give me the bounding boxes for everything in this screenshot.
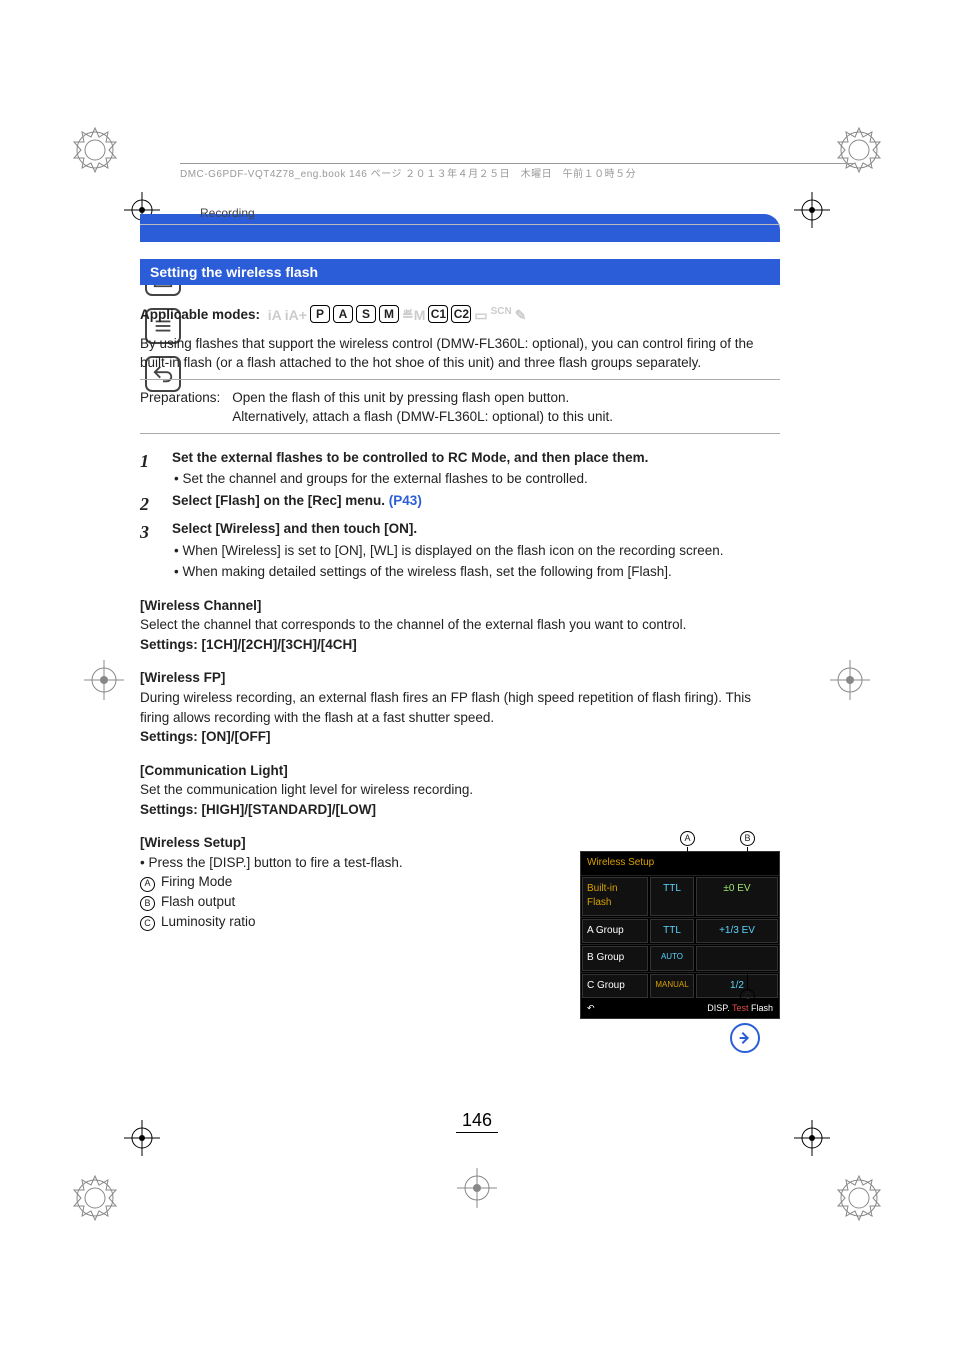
callout-line — [747, 973, 748, 989]
print-rosette — [70, 1173, 120, 1223]
mode-panorama-icon: ▭ — [474, 305, 487, 325]
panel-row-builtin: Built-in Flash TTL ±0 EV — [581, 875, 779, 917]
wireless-channel-settings: Settings: [1CH]/[2CH]/[3CH]/[4CH] — [140, 635, 780, 655]
wireless-fp-body: During wireless recording, an external f… — [140, 688, 780, 727]
mode-movie-icon: ≝M — [402, 305, 425, 325]
mode-a-icon: A — [333, 305, 353, 323]
communication-light-body: Set the communication light level for wi… — [140, 780, 780, 800]
callout-c-label: CLuminosity ratio — [140, 912, 560, 932]
callout-letter-c: C — [740, 989, 761, 1005]
step-number: 3 — [140, 519, 158, 582]
divider — [140, 433, 780, 434]
step3-title: Select [Wireless] and then touch [ON]. — [172, 519, 780, 539]
communication-light-settings: Settings: [HIGH]/[STANDARD]/[LOW] — [140, 800, 780, 820]
mode-creative-icon: ✎ — [515, 305, 527, 325]
preparations-label: Preparations: — [140, 388, 220, 427]
wireless-setup-body: • Press the [DISP.] button to fire a tes… — [140, 853, 560, 873]
mode-m-icon: M — [379, 305, 399, 323]
page-number: 146 — [0, 1110, 954, 1131]
panel-title: Wireless Setup — [581, 852, 779, 875]
mode-c1-icon: C1 — [428, 305, 448, 323]
mode-scn-icon: SCN — [491, 305, 512, 325]
mode-iaplus-icon: iA+ — [285, 305, 307, 325]
step3-sub1: When [Wireless] is set to [ON], [WL] is … — [172, 541, 780, 561]
panel-row-b: B Group AUTO — [581, 944, 779, 972]
mode-p-icon: P — [310, 305, 330, 323]
callout-b-label: BFlash output — [140, 892, 560, 912]
back-arrow-icon: ↶ — [587, 1002, 595, 1015]
panel-row-a: A Group TTL +1/3 EV — [581, 917, 779, 945]
mode-s-icon: S — [356, 305, 376, 323]
callout-letter-b: B — [740, 831, 761, 847]
print-header: DMC-G6PDF-VQT4Z78_eng.book 146 ページ ２０１３年… — [180, 163, 854, 180]
callout-line — [687, 847, 688, 869]
callout-line — [747, 847, 748, 869]
preparations-line2: Alternatively, attach a flash (DMW-FL360… — [232, 407, 613, 427]
intro-text: By using flashes that support the wirele… — [140, 334, 780, 373]
page-title: Setting the wireless flash — [140, 259, 780, 285]
communication-light-heading: [Communication Light] — [140, 761, 780, 781]
print-rosette — [834, 1173, 884, 1223]
step3-sub2: When making detailed settings of the wir… — [172, 562, 780, 582]
wireless-fp-settings: Settings: [ON]/[OFF] — [140, 727, 780, 747]
callout-a-label: AFiring Mode — [140, 872, 560, 892]
applicable-modes-row: Applicable modes: iA iA+ P A S M ≝M C1 C… — [140, 305, 780, 326]
preparations-line1: Open the flash of this unit by pressing … — [232, 388, 613, 408]
page-link[interactable]: (P43) — [389, 493, 422, 508]
step1-sub1: Set the channel and groups for the exter… — [172, 469, 780, 489]
callout-letter-a: A — [680, 831, 701, 847]
mode-c2-icon: C2 — [451, 305, 471, 323]
wireless-fp-heading: [Wireless FP] — [140, 668, 780, 688]
wireless-channel-heading: [Wireless Channel] — [140, 596, 780, 616]
registration-mark — [792, 190, 832, 230]
print-rosette — [70, 125, 120, 175]
wireless-channel-body: Select the channel that corresponds to t… — [140, 615, 780, 635]
step-number: 2 — [140, 491, 158, 517]
wireless-setup-heading: [Wireless Setup] — [140, 833, 560, 853]
registration-mark — [830, 660, 870, 700]
step1-title: Set the external flashes to be controlle… — [172, 448, 780, 468]
step2-title: Select [Flash] on the [Rec] menu. — [172, 493, 389, 508]
section-label: Recording — [140, 200, 780, 225]
applicable-label: Applicable modes: — [140, 307, 260, 322]
step-number: 1 — [140, 448, 158, 489]
registration-mark — [84, 660, 124, 700]
next-page-button[interactable] — [730, 1023, 760, 1053]
mode-ia-icon: iA — [268, 305, 282, 325]
registration-mark — [457, 1168, 497, 1208]
divider — [140, 379, 780, 380]
